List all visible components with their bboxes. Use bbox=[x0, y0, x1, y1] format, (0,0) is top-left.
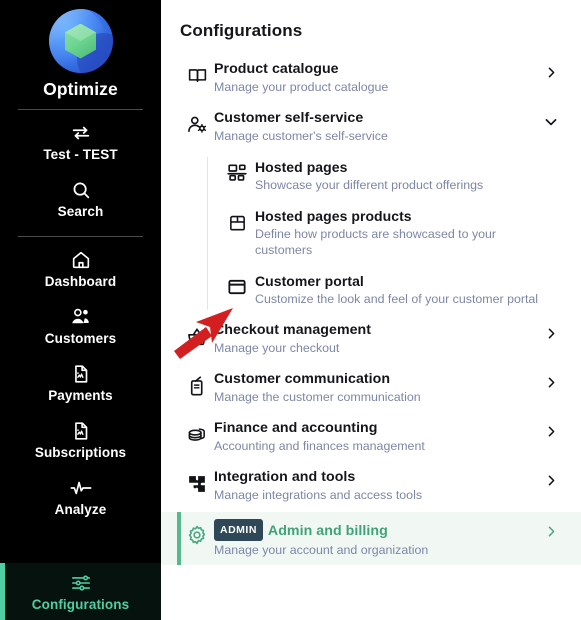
config-row-title: Checkout management bbox=[214, 322, 372, 338]
config-row-text: Product catalogue Manage your product ca… bbox=[214, 60, 543, 95]
config-row-text: Integration and tools Manage integration… bbox=[214, 468, 543, 503]
sidebar-item-label: Dashboard bbox=[44, 274, 117, 289]
sidebar-item-customers[interactable]: Customers bbox=[0, 297, 161, 354]
config-row-text: Checkout management Manage your checkout bbox=[214, 321, 543, 356]
config-row-subtitle: Accounting and finances management bbox=[214, 439, 425, 453]
config-row-subtitle: Define how products are showcased to you… bbox=[255, 227, 497, 257]
chevron-right-icon[interactable] bbox=[543, 321, 559, 340]
sidebar-item-label: Configurations bbox=[31, 597, 130, 612]
sidebar: Optimize Test - TEST Search Dashboard Cu… bbox=[0, 0, 161, 620]
config-row-title: Customer communication bbox=[214, 371, 391, 387]
sidebar-item-test-test[interactable]: Test - TEST bbox=[0, 113, 161, 170]
home-icon bbox=[70, 249, 92, 271]
config-row-title: Hosted pages bbox=[255, 159, 348, 175]
sidebar-item-label: Payments bbox=[48, 388, 113, 403]
config-row-subtitle: Manage your checkout bbox=[214, 341, 340, 355]
box-icon bbox=[219, 207, 255, 233]
puzzle-icon bbox=[180, 468, 214, 495]
chevron-down-icon[interactable] bbox=[543, 109, 559, 129]
config-row-title: Finance and accounting bbox=[214, 420, 378, 436]
pulse-icon bbox=[69, 477, 93, 499]
page-title: Configurations bbox=[180, 21, 303, 40]
sidebar-item-configurations[interactable]: Configurations bbox=[0, 563, 161, 620]
config-row-title: Product catalogue bbox=[214, 61, 339, 77]
config-row-title: Customer self-service bbox=[214, 110, 364, 126]
config-row-title: Integration and tools bbox=[214, 469, 356, 485]
document-chart-icon bbox=[70, 420, 92, 442]
optimize-logo-icon bbox=[48, 9, 113, 73]
app-root: Optimize Test - TEST Search Dashboard Cu… bbox=[0, 0, 581, 620]
sidebar-item-label: Test - TEST bbox=[43, 147, 118, 162]
brand-name: Optimize bbox=[43, 79, 118, 99]
config-row-checkout-management[interactable]: Checkout management Manage your checkout bbox=[161, 314, 581, 363]
users-icon bbox=[69, 306, 92, 328]
config-row-title-text: Admin and billing bbox=[267, 523, 388, 539]
sliders-icon bbox=[69, 572, 93, 594]
config-row-finance-and-accounting[interactable]: Finance and accounting Accounting and fi… bbox=[161, 412, 581, 461]
config-row-hosted-pages-products[interactable]: Hosted pages products Define how product… bbox=[161, 200, 581, 265]
book-icon bbox=[180, 60, 214, 86]
config-row-customer-communication[interactable]: Customer communication Manage the custom… bbox=[161, 363, 581, 412]
status-badge: ADMIN bbox=[214, 519, 263, 541]
config-row-subtitle: Manage your product catalogue bbox=[214, 80, 389, 94]
config-row-text: Customer self-service Manage customer's … bbox=[214, 109, 543, 144]
sidebar-item-label: Customers bbox=[44, 331, 117, 346]
config-row-customer-self-service[interactable]: Customer self-service Manage customer's … bbox=[161, 102, 581, 151]
configurations-list: Product catalogue Manage your product ca… bbox=[161, 53, 581, 565]
chevron-right-icon[interactable] bbox=[543, 60, 559, 79]
config-row-subtitle: Manage your account and organization bbox=[214, 543, 429, 557]
main-content: Configurations Product catalogue Manage … bbox=[161, 0, 581, 620]
radio-icon bbox=[180, 370, 214, 397]
swap-arrows-icon bbox=[70, 122, 92, 144]
config-row-text: Customer communication Manage the custom… bbox=[214, 370, 543, 405]
browser-window-icon bbox=[219, 272, 255, 297]
config-row-text: ADMIN Admin and billing Manage your accou… bbox=[214, 519, 543, 558]
config-row-admin-and-billing[interactable]: ADMIN Admin and billing Manage your accou… bbox=[161, 512, 581, 565]
chevron-right-icon[interactable] bbox=[543, 419, 559, 438]
config-row-text: Hosted pages Showcase your different pro… bbox=[255, 158, 559, 193]
sidebar-item-label: Subscriptions bbox=[34, 445, 127, 460]
gear-icon bbox=[180, 519, 214, 546]
config-row-text: Finance and accounting Accounting and fi… bbox=[214, 419, 543, 454]
sidebar-item-search[interactable]: Search bbox=[0, 170, 161, 227]
sidebar-divider-top bbox=[18, 109, 143, 110]
config-row-subtitle: Manage integrations and access tools bbox=[214, 488, 423, 502]
sidebar-item-payments[interactable]: Payments bbox=[0, 354, 161, 411]
sidebar-item-label: Analyze bbox=[54, 502, 107, 517]
config-row-subtitle: Showcase your different product offering… bbox=[255, 178, 484, 192]
config-row-text: Hosted pages products Define how product… bbox=[255, 207, 559, 258]
sidebar-item-analyze[interactable]: Analyze bbox=[0, 468, 161, 525]
sidebar-item-label: Search bbox=[57, 204, 104, 219]
config-row-product-catalogue[interactable]: Product catalogue Manage your product ca… bbox=[161, 53, 581, 102]
config-row-hosted-pages[interactable]: Hosted pages Showcase your different pro… bbox=[161, 151, 581, 200]
config-row-title: Customer portal bbox=[255, 273, 364, 289]
coins-stack-icon bbox=[180, 419, 214, 446]
chevron-right-icon[interactable] bbox=[543, 519, 559, 538]
config-row-text: Customer portal Customize the look and f… bbox=[255, 272, 559, 307]
config-row-subtitle: Manage customer's self-service bbox=[214, 129, 388, 143]
config-row-customer-portal[interactable]: Customer portal Customize the look and f… bbox=[161, 265, 581, 314]
config-row-integration-and-tools[interactable]: Integration and tools Manage integration… bbox=[161, 461, 581, 510]
config-row-title: Hosted pages products bbox=[255, 208, 412, 224]
brand-block[interactable]: Optimize bbox=[0, 0, 161, 100]
config-row-subtitle: Customize the look and feel of your cust… bbox=[255, 292, 539, 306]
layout-blocks-icon bbox=[219, 158, 255, 183]
config-row-subtitle: Manage the customer communication bbox=[214, 390, 421, 404]
basket-icon bbox=[180, 321, 214, 348]
customer-self-service-subitems: Hosted pages Showcase your different pro… bbox=[161, 151, 581, 314]
chevron-right-icon[interactable] bbox=[543, 370, 559, 389]
config-row-title: ADMIN Admin and billing bbox=[214, 519, 535, 541]
sidebar-divider-mid bbox=[18, 236, 143, 237]
user-gear-icon bbox=[180, 109, 214, 136]
sidebar-item-dashboard[interactable]: Dashboard bbox=[0, 240, 161, 297]
sidebar-item-subscriptions[interactable]: Subscriptions bbox=[0, 411, 161, 468]
document-chart-icon bbox=[70, 363, 92, 385]
chevron-right-icon[interactable] bbox=[543, 468, 559, 487]
search-icon bbox=[70, 179, 92, 201]
